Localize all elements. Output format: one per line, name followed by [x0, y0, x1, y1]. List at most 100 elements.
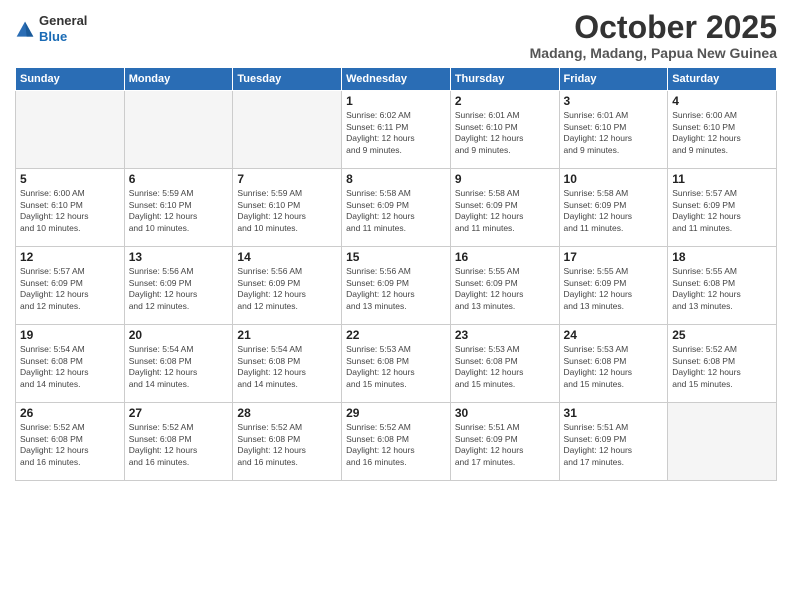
day-number: 8: [346, 172, 446, 186]
weekday-header-thursday: Thursday: [450, 68, 559, 91]
calendar-cell: 1 Sunrise: 6:02 AM Sunset: 6:11 PM Daylig…: [342, 91, 451, 169]
calendar-cell: 14 Sunrise: 5:56 AM Sunset: 6:09 PM Dayli…: [233, 247, 342, 325]
day-info: Sunrise: 5:52 AM Sunset: 6:08 PM Dayligh…: [237, 422, 337, 468]
day-info: Sunrise: 5:54 AM Sunset: 6:08 PM Dayligh…: [237, 344, 337, 390]
day-number: 28: [237, 406, 337, 420]
calendar-cell: 3Sunrise: 6:01 AM Sunset: 6:10 PM Daylig…: [559, 91, 668, 169]
calendar-cell: 19 Sunrise: 5:54 AM Sunset: 6:08 PM Dayli…: [16, 325, 125, 403]
day-number: 5: [20, 172, 120, 186]
day-number: 2: [455, 94, 555, 108]
day-info: Sunrise: 5:52 AM Sunset: 6:08 PM Dayligh…: [20, 422, 120, 468]
calendar-cell: 25Sunrise: 5:52 AM Sunset: 6:08 PM Dayli…: [668, 325, 777, 403]
day-number: 17: [564, 250, 664, 264]
day-number: 29: [346, 406, 446, 420]
calendar-cell: 20Sunrise: 5:54 AM Sunset: 6:08 PM Dayli…: [124, 325, 233, 403]
title-area: October 2025 Madang, Madang, Papua New G…: [530, 10, 777, 61]
month-title: October 2025: [530, 10, 777, 45]
day-number: 26: [20, 406, 120, 420]
day-info: Sunrise: 5:57 AM Sunset: 6:09 PM Dayligh…: [20, 266, 120, 312]
day-info: Sunrise: 5:54 AM Sunset: 6:08 PM Dayligh…: [20, 344, 120, 390]
calendar-week-2: 5Sunrise: 6:00 AM Sunset: 6:10 PM Daylig…: [16, 169, 777, 247]
day-info: Sunrise: 6:00 AM Sunset: 6:10 PM Dayligh…: [672, 110, 772, 156]
day-info: Sunrise: 6:01 AM Sunset: 6:10 PM Dayligh…: [455, 110, 555, 156]
day-info: Sunrise: 5:55 AM Sunset: 6:09 PM Dayligh…: [564, 266, 664, 312]
calendar-cell: [233, 91, 342, 169]
calendar-cell: 11 Sunrise: 5:57 AM Sunset: 6:09 PM Dayli…: [668, 169, 777, 247]
day-number: 14: [237, 250, 337, 264]
day-info: Sunrise: 5:52 AM Sunset: 6:08 PM Dayligh…: [672, 344, 772, 390]
logo-general: General: [39, 14, 87, 28]
day-number: 31: [564, 406, 664, 420]
day-info: Sunrise: 5:56 AM Sunset: 6:09 PM Dayligh…: [129, 266, 229, 312]
day-info: Sunrise: 5:57 AM Sunset: 6:09 PM Dayligh…: [672, 188, 772, 234]
day-number: 4: [672, 94, 772, 108]
calendar-cell: 17 Sunrise: 5:55 AM Sunset: 6:09 PM Dayli…: [559, 247, 668, 325]
day-info: Sunrise: 5:55 AM Sunset: 6:09 PM Dayligh…: [455, 266, 555, 312]
logo-icon: [15, 20, 35, 40]
calendar-week-4: 19 Sunrise: 5:54 AM Sunset: 6:08 PM Dayli…: [16, 325, 777, 403]
calendar-cell: 7 Sunrise: 5:59 AM Sunset: 6:10 PM Daylig…: [233, 169, 342, 247]
day-number: 6: [129, 172, 229, 186]
calendar-cell: 22 Sunrise: 5:53 AM Sunset: 6:08 PM Dayli…: [342, 325, 451, 403]
day-number: 23: [455, 328, 555, 342]
calendar-cell: [668, 403, 777, 481]
calendar-cell: 27Sunrise: 5:52 AM Sunset: 6:08 PM Dayli…: [124, 403, 233, 481]
logo-text: General Blue: [39, 14, 87, 46]
day-info: Sunrise: 5:56 AM Sunset: 6:09 PM Dayligh…: [346, 266, 446, 312]
calendar-week-3: 12Sunrise: 5:57 AM Sunset: 6:09 PM Dayli…: [16, 247, 777, 325]
day-info: Sunrise: 5:55 AM Sunset: 6:08 PM Dayligh…: [672, 266, 772, 312]
weekday-header-wednesday: Wednesday: [342, 68, 451, 91]
calendar-cell: 24 Sunrise: 5:53 AM Sunset: 6:08 PM Dayli…: [559, 325, 668, 403]
page: General Blue October 2025 Madang, Madang…: [0, 0, 792, 612]
day-info: Sunrise: 6:02 AM Sunset: 6:11 PM Dayligh…: [346, 110, 446, 156]
day-number: 1: [346, 94, 446, 108]
calendar-header: SundayMondayTuesdayWednesdayThursdayFrid…: [16, 68, 777, 91]
calendar-cell: [124, 91, 233, 169]
day-info: Sunrise: 5:56 AM Sunset: 6:09 PM Dayligh…: [237, 266, 337, 312]
day-info: Sunrise: 5:51 AM Sunset: 6:09 PM Dayligh…: [455, 422, 555, 468]
day-info: Sunrise: 5:51 AM Sunset: 6:09 PM Dayligh…: [564, 422, 664, 468]
calendar-cell: 29 Sunrise: 5:52 AM Sunset: 6:08 PM Dayli…: [342, 403, 451, 481]
calendar-week-5: 26 Sunrise: 5:52 AM Sunset: 6:08 PM Dayli…: [16, 403, 777, 481]
day-info: Sunrise: 5:58 AM Sunset: 6:09 PM Dayligh…: [564, 188, 664, 234]
day-number: 15: [346, 250, 446, 264]
day-info: Sunrise: 5:59 AM Sunset: 6:10 PM Dayligh…: [129, 188, 229, 234]
logo-blue: Blue: [39, 29, 67, 44]
day-info: Sunrise: 5:52 AM Sunset: 6:08 PM Dayligh…: [346, 422, 446, 468]
calendar-cell: 8Sunrise: 5:58 AM Sunset: 6:09 PM Daylig…: [342, 169, 451, 247]
day-number: 9: [455, 172, 555, 186]
calendar-week-1: 1 Sunrise: 6:02 AM Sunset: 6:11 PM Daylig…: [16, 91, 777, 169]
calendar-cell: 5Sunrise: 6:00 AM Sunset: 6:10 PM Daylig…: [16, 169, 125, 247]
day-info: Sunrise: 5:52 AM Sunset: 6:08 PM Dayligh…: [129, 422, 229, 468]
day-number: 18: [672, 250, 772, 264]
day-info: Sunrise: 5:59 AM Sunset: 6:10 PM Dayligh…: [237, 188, 337, 234]
weekday-header-monday: Monday: [124, 68, 233, 91]
day-info: Sunrise: 5:53 AM Sunset: 6:08 PM Dayligh…: [564, 344, 664, 390]
logo: General Blue: [15, 14, 87, 46]
day-info: Sunrise: 5:53 AM Sunset: 6:08 PM Dayligh…: [346, 344, 446, 390]
day-number: 10: [564, 172, 664, 186]
calendar-cell: [16, 91, 125, 169]
calendar-cell: 18 Sunrise: 5:55 AM Sunset: 6:08 PM Dayli…: [668, 247, 777, 325]
calendar-cell: 2 Sunrise: 6:01 AM Sunset: 6:10 PM Daylig…: [450, 91, 559, 169]
calendar-cell: 6 Sunrise: 5:59 AM Sunset: 6:10 PM Daylig…: [124, 169, 233, 247]
weekday-header-friday: Friday: [559, 68, 668, 91]
calendar-cell: 9Sunrise: 5:58 AM Sunset: 6:09 PM Daylig…: [450, 169, 559, 247]
calendar-cell: 12Sunrise: 5:57 AM Sunset: 6:09 PM Dayli…: [16, 247, 125, 325]
day-number: 11: [672, 172, 772, 186]
day-number: 20: [129, 328, 229, 342]
day-info: Sunrise: 6:01 AM Sunset: 6:10 PM Dayligh…: [564, 110, 664, 156]
day-number: 19: [20, 328, 120, 342]
calendar-cell: 4 Sunrise: 6:00 AM Sunset: 6:10 PM Daylig…: [668, 91, 777, 169]
day-number: 13: [129, 250, 229, 264]
day-number: 21: [237, 328, 337, 342]
calendar-cell: 15 Sunrise: 5:56 AM Sunset: 6:09 PM Dayli…: [342, 247, 451, 325]
calendar-cell: 10 Sunrise: 5:58 AM Sunset: 6:09 PM Dayli…: [559, 169, 668, 247]
day-number: 7: [237, 172, 337, 186]
day-number: 22: [346, 328, 446, 342]
calendar-cell: 30Sunrise: 5:51 AM Sunset: 6:09 PM Dayli…: [450, 403, 559, 481]
day-number: 16: [455, 250, 555, 264]
day-number: 24: [564, 328, 664, 342]
calendar-body: 1 Sunrise: 6:02 AM Sunset: 6:11 PM Daylig…: [16, 91, 777, 481]
weekday-header-row: SundayMondayTuesdayWednesdayThursdayFrid…: [16, 68, 777, 91]
